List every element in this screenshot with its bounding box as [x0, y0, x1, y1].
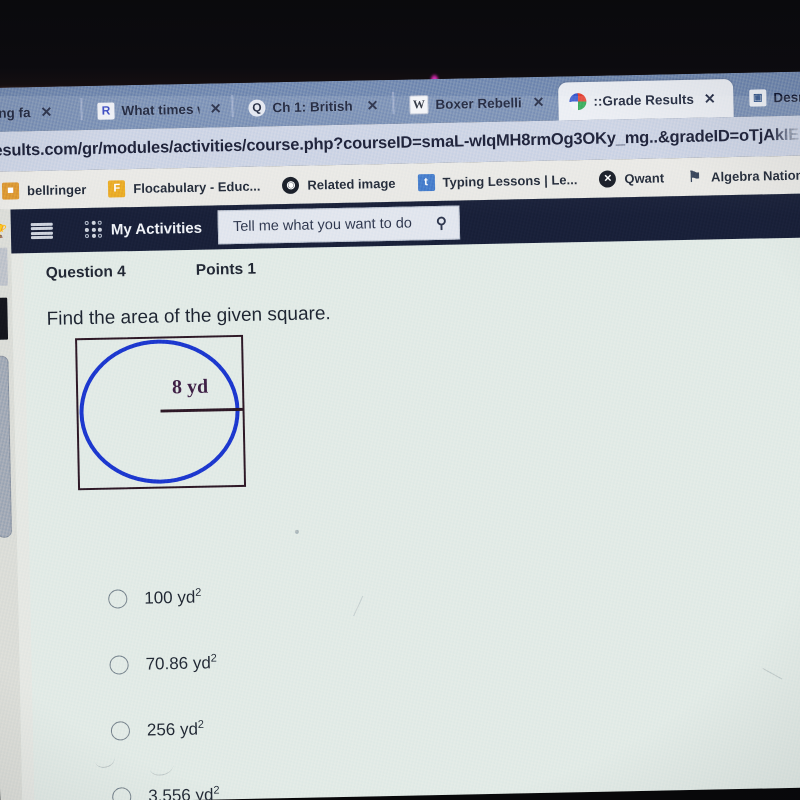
my-activities-label[interactable]: My Activities	[111, 219, 202, 238]
radio-button[interactable]	[110, 720, 131, 741]
letter-r-icon: R	[97, 101, 115, 120]
answer-choice-label: 70.86 yd2	[145, 652, 217, 674]
tab-title: What times wh	[121, 101, 200, 118]
exponent: 2	[197, 718, 205, 731]
bookmark-label: Qwant	[624, 169, 665, 186]
rail-chip-dark	[0, 297, 9, 340]
radio-button[interactable]	[109, 654, 129, 675]
tab-title: Desm	[773, 88, 800, 105]
answer-choice[interactable]: 70.86 yd2	[109, 623, 530, 697]
bookmark-typing-lessons[interactable]: t Typing Lessons | Le...	[417, 171, 578, 191]
screen-content: tting fa ✕ R What times wh ✕ Q Ch 1: Bri…	[0, 71, 800, 800]
tab-divider	[231, 95, 234, 118]
qwant-icon: ✕	[599, 169, 617, 188]
exponent: 2	[210, 652, 217, 665]
exponent: 2	[213, 784, 220, 797]
stray-mark	[294, 529, 300, 534]
bookmark-algebra-nation[interactable]: ⚑ Algebra Nation	[686, 166, 800, 186]
bookmark-label: Algebra Nation	[710, 167, 800, 184]
exponent: 2	[195, 586, 202, 599]
radio-button[interactable]	[112, 786, 132, 800]
letter-q-icon: Q	[248, 98, 266, 117]
trophy-icon[interactable]: 🏆	[0, 224, 7, 240]
tab-title: ::Grade Results	[593, 91, 695, 109]
browser-tab[interactable]: W Boxer Rebellion ✕	[398, 83, 554, 124]
photo-of-screen: tting fa ✕ R What times wh ✕ Q Ch 1: Bri…	[0, 0, 800, 800]
bookmark-label: Flocabulary - Educ...	[133, 178, 261, 196]
tab-title: tting fa	[0, 104, 31, 121]
flag-icon: ⚑	[687, 168, 702, 186]
question-number: Question 4	[45, 263, 126, 282]
desmos-icon: ▣	[749, 88, 767, 107]
answer-choice[interactable]: 256 yd2	[110, 689, 531, 763]
browser-tab[interactable]: ▣ Desm	[738, 77, 800, 117]
search-placeholder: Tell me what you want to do	[232, 215, 413, 236]
tab-close-icon[interactable]: ✕	[532, 93, 544, 110]
answer-choice[interactable]: 100 yd2	[108, 557, 529, 631]
answer-choice-label: 100 yd2	[144, 586, 202, 608]
address-bar-fade	[770, 115, 800, 153]
globe-icon: ◉	[282, 176, 300, 194]
question-points: Points 1	[195, 260, 257, 279]
tab-close-icon[interactable]: ✕	[40, 103, 52, 120]
tab-title: Boxer Rebellion	[435, 94, 523, 112]
browser-tab-active[interactable]: ::Grade Results ✕	[558, 79, 734, 121]
browser-tab[interactable]: Q Ch 1: British He ✕	[237, 86, 388, 127]
browser-tab[interactable]: tting fa ✕	[0, 92, 75, 132]
search-icon[interactable]: ⚲	[436, 214, 447, 232]
bookmark-related-image[interactable]: ◉ Related image	[282, 174, 396, 194]
person-icon: ■	[1, 181, 20, 200]
bookmark-bellringer[interactable]: ■ bellringer	[1, 181, 87, 200]
tab-divider	[392, 91, 395, 114]
geometry-figure: 8 yd	[75, 334, 247, 491]
bookmark-qwant[interactable]: ✕ Qwant	[599, 169, 665, 188]
browser-tab[interactable]: R What times wh ✕	[86, 89, 231, 130]
typing-icon: t	[417, 173, 435, 191]
tab-close-icon[interactable]: ✕	[367, 97, 379, 114]
hamburger-icon[interactable]	[30, 222, 54, 240]
tab-close-icon[interactable]: ✕	[210, 100, 222, 117]
tab-divider	[80, 98, 83, 121]
radio-button[interactable]	[108, 588, 128, 609]
bookmark-label: bellringer	[26, 181, 87, 198]
rail-chip	[0, 247, 8, 286]
answer-choice-label: 256 yd2	[146, 718, 205, 740]
figure-measure-label: 8 yd	[171, 375, 209, 399]
grid-apps-icon[interactable]	[84, 220, 103, 239]
tab-close-icon[interactable]: ✕	[704, 90, 716, 107]
bookmark-flocabulary[interactable]: F Flocabulary - Educ...	[108, 177, 261, 198]
flocabulary-icon: F	[108, 179, 126, 198]
bookmark-label: Related image	[307, 175, 396, 193]
bookmark-label: Typing Lessons | Le...	[442, 171, 578, 190]
answer-choice[interactable]: 3,556 yd2	[112, 755, 533, 800]
answer-choice-label: 3,556 yd2	[148, 784, 220, 800]
grade-results-logo-icon	[569, 92, 587, 110]
wikipedia-icon: W	[409, 94, 429, 115]
tab-title: Ch 1: British He	[272, 98, 357, 115]
search-input[interactable]: Tell me what you want to do ⚲	[217, 205, 461, 245]
answer-choice-list: 100 yd2 70.86 yd2 256 yd2 3,556 yd2	[108, 557, 533, 800]
